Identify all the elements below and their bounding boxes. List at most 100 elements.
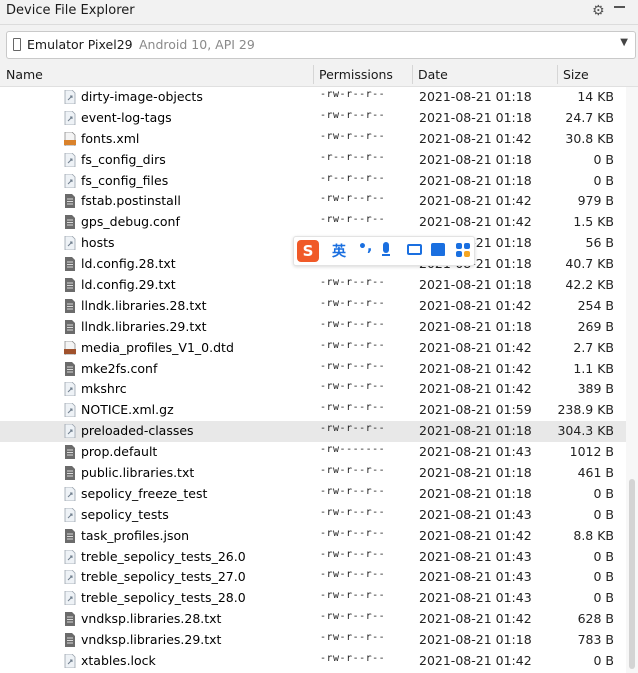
file-permissions: -rw-r--r--	[320, 465, 386, 477]
table-row[interactable]: vndksp.libraries.28.txt -rw-r--r-- 2021-08…	[0, 609, 638, 630]
ime-language-toggle[interactable]: 英	[332, 241, 346, 261]
file-permissions: -rw-------	[320, 444, 386, 456]
file-date: 2021-08-21 01:42	[419, 360, 532, 376]
file-permissions: -rw-r--r--	[320, 130, 386, 142]
scrollbar-thumb[interactable]	[629, 479, 635, 669]
file-link-icon	[64, 570, 76, 585]
device-detail: Android 10, API 29	[139, 37, 255, 52]
file-name: llndk.libraries.29.txt	[81, 318, 207, 334]
file-link-icon	[64, 110, 76, 126]
file-name: sepolicy_freeze_test	[81, 485, 208, 501]
column-divider[interactable]	[557, 65, 558, 84]
table-row[interactable]: fstab.postinstall -rw-r--r-- 2021-08-21 01…	[0, 191, 638, 212]
table-row[interactable]: NOTICE.xml.gz -rw-r--r-- 2021-08-21 01:59 2…	[0, 400, 638, 421]
table-row[interactable]: media_profiles_V1_0.dtd -rw-r--r-- 2021-08…	[0, 338, 638, 359]
table-row[interactable]: xtables.lock -rw-r--r-- 2021-08-21 01:42 0 …	[0, 651, 638, 672]
table-row[interactable]: vndksp.libraries.29.txt -rw-r--r-- 2021-08…	[0, 630, 638, 651]
column-header: Name Permissions Date Size	[0, 63, 638, 87]
xml-file-icon	[64, 131, 76, 147]
table-row[interactable]: fs_config_files -r--r--r-- 2021-08-21 01:1…	[0, 171, 638, 192]
table-row[interactable]: fonts.xml -rw-r--r-- 2021-08-21 01:42 30.8 …	[0, 129, 638, 150]
file-name: treble_sepolicy_tests_26.0	[81, 548, 246, 564]
chevron-down-icon[interactable]: ▼	[620, 37, 628, 48]
file-name: mke2fs.conf	[81, 360, 158, 376]
table-row[interactable]: preloaded-classes -rw-r--r-- 2021-08-21 01…	[0, 421, 638, 443]
table-row[interactable]: treble_sepolicy_tests_27.0 -rw-r--r-- 2021…	[0, 567, 638, 588]
table-row[interactable]: gps_debug.conf -rw-r--r-- 2021-08-21 01:42…	[0, 212, 638, 233]
file-date: 2021-08-21 01:43	[419, 590, 532, 606]
column-permissions[interactable]: Permissions	[319, 67, 393, 82]
file-size: 1012 B	[569, 444, 614, 460]
file-size: 56 B	[585, 235, 614, 251]
file-permissions: -rw-r--r--	[320, 109, 386, 121]
file-permissions: -rw-r--r--	[320, 506, 386, 518]
file-name: vndksp.libraries.29.txt	[81, 632, 222, 648]
file-link-icon	[64, 402, 76, 418]
file-date: 2021-08-21 01:18	[419, 151, 532, 167]
file-name: ld.config.28.txt	[81, 256, 176, 272]
minimize-icon[interactable]	[614, 6, 625, 8]
file-link-icon	[64, 507, 76, 523]
device-bar: Emulator Pixel29 Android 10, API 29 ▼	[0, 25, 638, 63]
sogou-logo-icon[interactable]: S	[297, 240, 319, 262]
keyboard-icon[interactable]	[407, 244, 422, 255]
gear-icon[interactable]: ⚙	[592, 3, 605, 19]
device-selector[interactable]: Emulator Pixel29 Android 10, API 29 ▼	[6, 31, 636, 59]
table-row[interactable]: treble_sepolicy_tests_28.0 -rw-r--r-- 2021…	[0, 588, 638, 609]
file-date: 2021-08-21 01:18	[419, 423, 532, 439]
file-date: 2021-08-21 01:42	[419, 193, 532, 209]
skin-icon[interactable]	[431, 243, 445, 256]
table-row[interactable]: sepolicy_freeze_test -rw-r--r-- 2021-08-21…	[0, 484, 638, 505]
file-date: 2021-08-21 01:42	[419, 381, 532, 397]
text-file-icon	[64, 298, 76, 313]
file-link-icon	[64, 173, 76, 188]
file-permissions: -r--r--r--	[320, 172, 386, 184]
table-row[interactable]: mkshrc -rw-r--r-- 2021-08-21 01:42 389 B	[0, 379, 638, 400]
file-name: fstab.postinstall	[81, 193, 181, 209]
file-size: 0 B	[593, 548, 614, 564]
table-row[interactable]: llndk.libraries.28.txt -rw-r--r-- 2021-08-…	[0, 296, 638, 317]
file-link-icon	[64, 89, 76, 105]
file-date: 2021-08-21 01:18	[419, 109, 532, 125]
file-name: public.libraries.txt	[81, 465, 195, 481]
file-permissions: -rw-r--r--	[320, 318, 386, 330]
file-size: 254 B	[577, 297, 614, 313]
table-row[interactable]: ld.config.29.txt -rw-r--r-- 2021-08-21 01:…	[0, 275, 638, 296]
table-row[interactable]: mke2fs.conf -rw-r--r-- 2021-08-21 01:42 1.1…	[0, 359, 638, 380]
table-row[interactable]: llndk.libraries.29.txt -rw-r--r-- 2021-08-…	[0, 317, 638, 338]
vertical-scrollbar[interactable]	[626, 87, 638, 673]
column-size[interactable]: Size	[563, 67, 589, 82]
file-name: treble_sepolicy_tests_27.0	[81, 569, 246, 585]
file-name: ld.config.29.txt	[81, 277, 176, 293]
table-row[interactable]: public.libraries.txt -rw-r--r-- 2021-08-21…	[0, 463, 638, 484]
table-row[interactable]: dirty-image-objects -rw-r--r-- 2021-08-21 …	[0, 87, 638, 108]
file-permissions: -rw-r--r--	[320, 653, 386, 665]
column-divider[interactable]	[412, 65, 413, 84]
file-size: 40.7 KB	[565, 256, 614, 272]
file-size: 0 B	[593, 172, 614, 188]
file-name: fs_config_files	[81, 172, 169, 188]
column-divider[interactable]	[313, 65, 314, 84]
table-row[interactable]: treble_sepolicy_tests_26.0 -rw-r--r-- 2021…	[0, 547, 638, 568]
column-name[interactable]: Name	[6, 67, 43, 82]
table-row[interactable]: fs_config_dirs -r--r--r-- 2021-08-21 01:18…	[0, 150, 638, 171]
file-name: preloaded-classes	[81, 423, 194, 439]
table-row[interactable]: sepolicy_tests -rw-r--r-- 2021-08-21 01:43…	[0, 505, 638, 526]
file-size: 0 B	[593, 151, 614, 167]
file-size: 238.9 KB	[557, 402, 614, 418]
microphone-icon[interactable]	[383, 242, 389, 253]
file-link-icon	[64, 423, 76, 439]
file-permissions: -rw-r--r--	[320, 214, 386, 226]
apps-icon[interactable]	[456, 243, 470, 257]
microphone-icon-base	[382, 254, 390, 256]
file-permissions: -rw-r--r--	[320, 402, 386, 414]
file-size: 14 KB	[577, 89, 614, 104]
table-row[interactable]: prop.default -rw------- 2021-08-21 01:43 10…	[0, 442, 638, 463]
table-row[interactable]: event-log-tags -rw-r--r-- 2021-08-21 01:18…	[0, 108, 638, 129]
file-permissions: -rw-r--r--	[320, 193, 386, 205]
column-date[interactable]: Date	[418, 67, 448, 82]
file-date: 2021-08-21 01:18	[419, 465, 532, 481]
table-row[interactable]: task_profiles.json -rw-r--r-- 2021-08-21 0…	[0, 526, 638, 547]
ime-punctuation-toggle[interactable]: •,	[358, 239, 372, 255]
title-bar: Device File Explorer ⚙	[0, 0, 638, 25]
